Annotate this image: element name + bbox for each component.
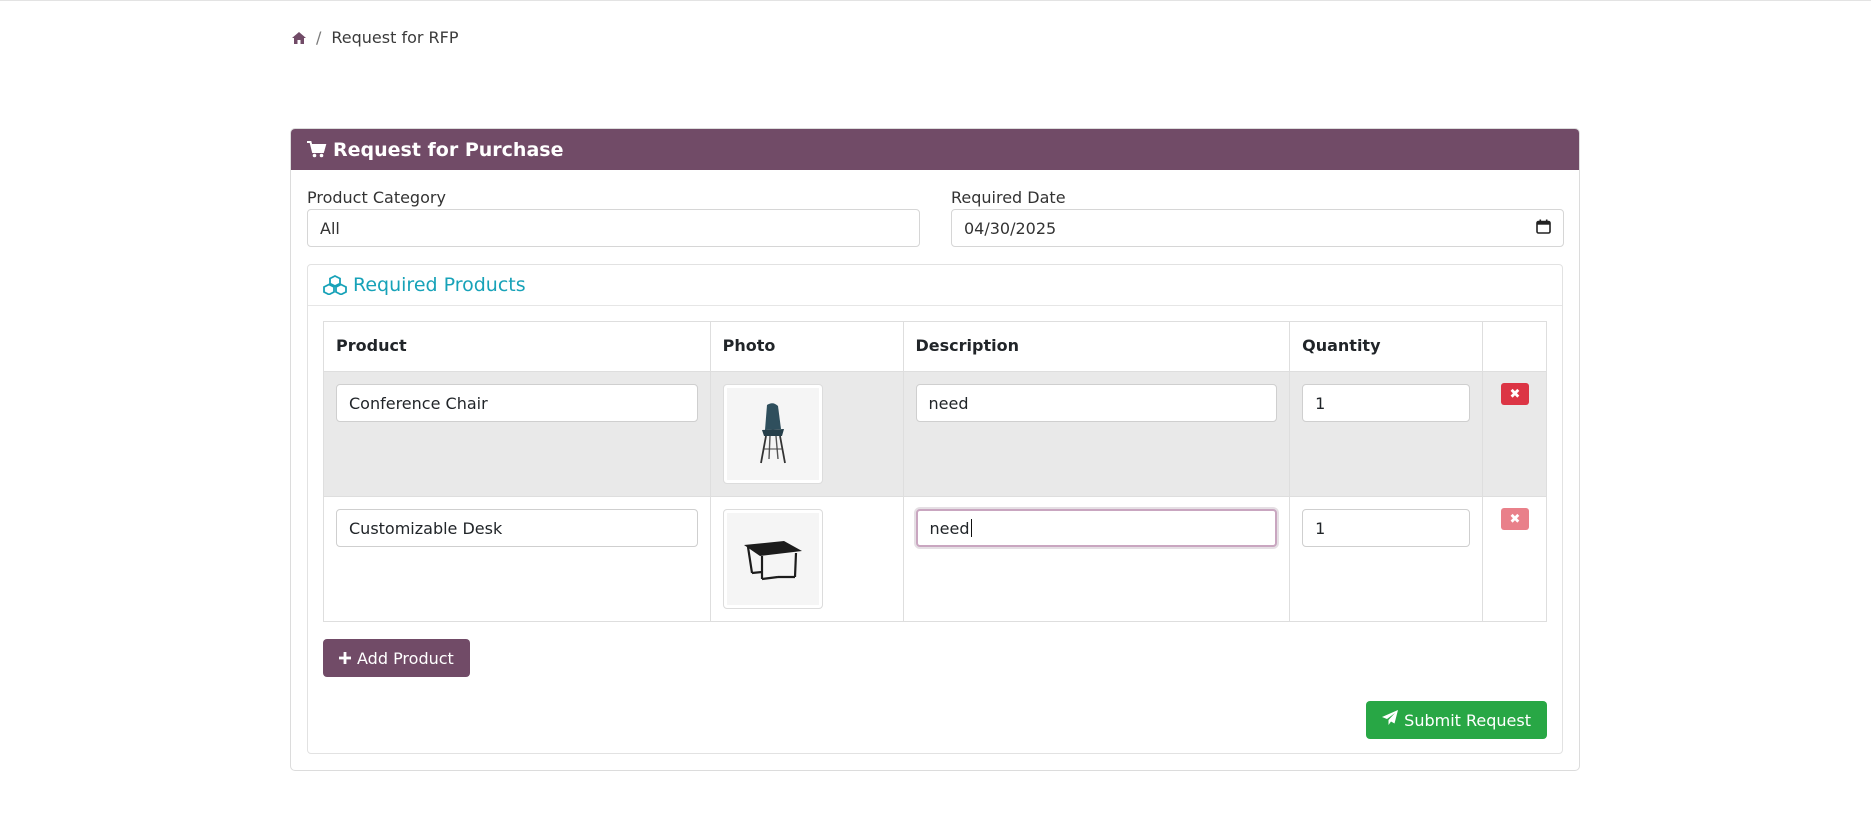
breadcrumb-separator: /: [316, 28, 322, 47]
delete-row-button[interactable]: ✖: [1500, 508, 1529, 530]
column-header-photo: Photo: [709, 321, 904, 372]
quantity-cell: 1: [1289, 371, 1483, 497]
close-icon: ✖: [1509, 511, 1521, 527]
description-input[interactable]: need: [915, 384, 1278, 422]
desk-photo: [722, 509, 823, 609]
close-icon: ✖: [1509, 386, 1521, 402]
required-products-card: Required Products Product Photo Descript…: [307, 264, 1563, 754]
top-border: [0, 0, 1871, 1]
home-icon[interactable]: [292, 31, 306, 44]
actions-cell: ✖: [1481, 371, 1548, 497]
chair-photo: [722, 384, 823, 484]
add-product-label: Add Product: [357, 648, 454, 668]
required-date-input[interactable]: 04/30/2025: [951, 209, 1564, 247]
column-header-actions: [1481, 321, 1548, 372]
description-value: need: [929, 518, 970, 538]
column-header-quantity: Quantity: [1289, 321, 1483, 372]
quantity-input[interactable]: 1: [1302, 384, 1470, 422]
column-header-product: Product: [323, 321, 711, 372]
required-date-value: 04/30/2025: [964, 218, 1057, 238]
breadcrumb-current: Request for RFP: [331, 28, 459, 47]
description-input[interactable]: need: [915, 509, 1278, 547]
quantity-value: 1: [1315, 518, 1326, 538]
product-cell: Conference Chair: [323, 371, 711, 497]
required-products-title: Required Products: [353, 274, 526, 296]
photo-cell: [709, 496, 904, 622]
table-row: Customizable Desk need 1 ✖: [323, 496, 1548, 622]
description-cell: need: [902, 496, 1291, 622]
product-cell: Customizable Desk: [323, 496, 711, 622]
product-input[interactable]: Customizable Desk: [336, 509, 698, 547]
calendar-icon[interactable]: [1536, 219, 1551, 238]
quantity-input[interactable]: 1: [1302, 509, 1470, 547]
products-table: Product Photo Description Quantity Confe…: [323, 321, 1548, 622]
product-category-select[interactable]: All: [307, 209, 920, 247]
product-value: Customizable Desk: [349, 518, 503, 538]
add-product-button[interactable]: Add Product: [323, 639, 470, 677]
breadcrumb: / Request for RFP: [292, 28, 459, 47]
cart-icon: [307, 141, 327, 158]
product-category-label: Product Category: [307, 188, 446, 207]
delete-row-button[interactable]: ✖: [1500, 383, 1529, 405]
description-cell: need: [902, 371, 1291, 497]
quantity-value: 1: [1315, 393, 1326, 413]
submit-request-label: Submit Request: [1404, 710, 1531, 730]
required-date-label: Required Date: [951, 188, 1066, 207]
description-value: need: [928, 393, 969, 413]
purchase-request-card: Request for Purchase Product Category Al…: [290, 128, 1580, 771]
cubes-icon: [323, 275, 347, 295]
actions-cell: ✖: [1481, 496, 1548, 622]
card-title: Request for Purchase: [333, 138, 564, 161]
plus-icon: [339, 649, 351, 668]
product-input[interactable]: Conference Chair: [336, 384, 698, 422]
table-row: Conference Chair need 1 ✖: [323, 371, 1548, 497]
quantity-cell: 1: [1289, 496, 1483, 622]
submit-request-button[interactable]: Submit Request: [1366, 701, 1547, 739]
card-header: Request for Purchase: [291, 129, 1579, 170]
required-products-header: Required Products: [308, 265, 1562, 306]
column-header-description: Description: [902, 321, 1291, 372]
product-category-value: All: [320, 218, 340, 238]
table-header-row: Product Photo Description Quantity: [323, 321, 1548, 372]
paper-plane-icon: [1382, 710, 1399, 730]
product-value: Conference Chair: [349, 393, 488, 413]
text-caret: [970, 519, 972, 537]
photo-cell: [709, 371, 904, 497]
